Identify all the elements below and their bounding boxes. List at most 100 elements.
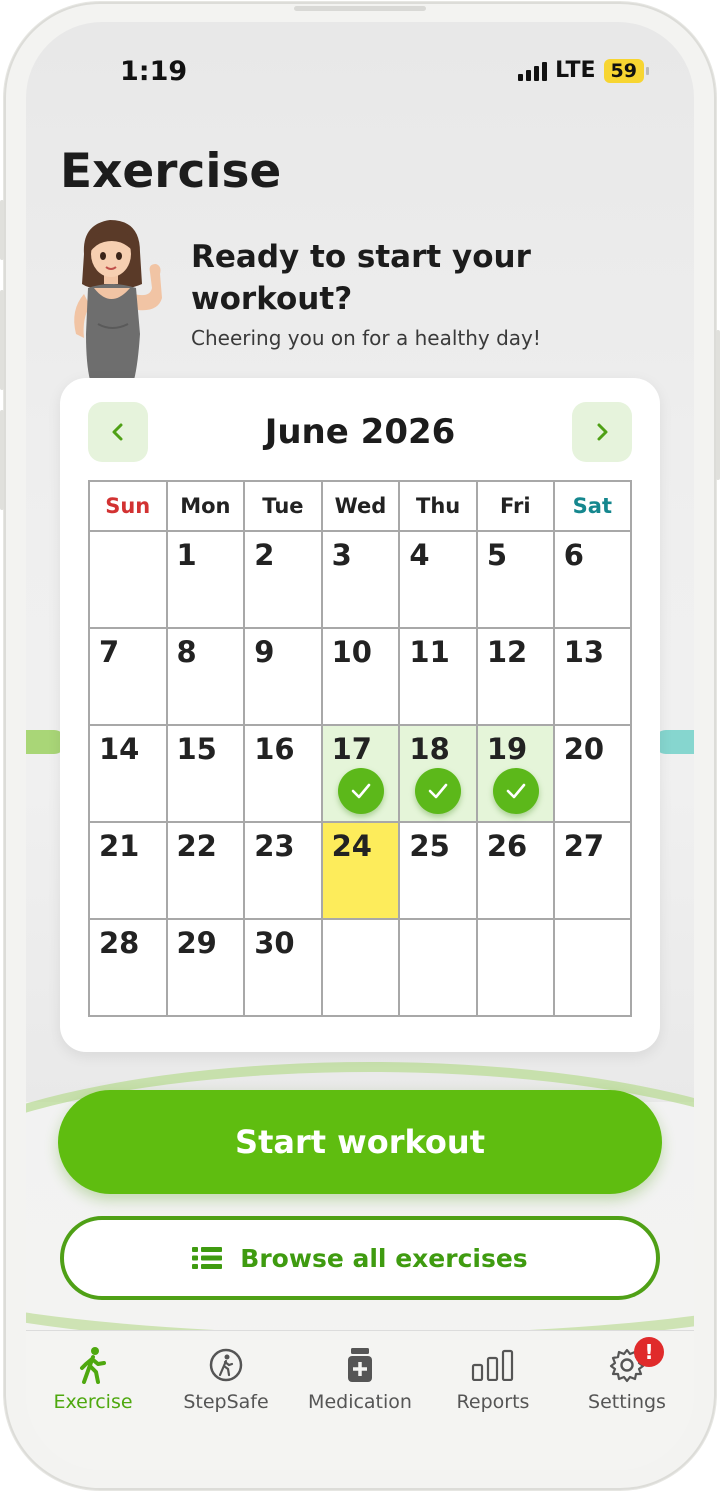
- phone-side-button: [0, 290, 4, 390]
- calendar-day-cell[interactable]: 21: [88, 821, 168, 920]
- weekday-header: Wed: [320, 480, 401, 532]
- calendar-day-number: 15: [176, 732, 217, 766]
- calendar-day-number: 4: [409, 538, 430, 572]
- weekday-header: Tue: [243, 480, 323, 532]
- calendar-day-number: 29: [176, 926, 217, 960]
- calendar-day-cell[interactable]: 14: [88, 724, 168, 823]
- calendar-day-number: 24: [331, 829, 372, 863]
- tab-stepsafe[interactable]: StepSafe: [159, 1341, 293, 1413]
- calendar-day-number: 28: [99, 926, 140, 960]
- bottom-tab-bar: Exercise StepSafe Medication Reports ! S…: [26, 1330, 694, 1470]
- coach-avatar-illustration: [74, 220, 162, 380]
- calendar-empty-cell: [475, 918, 555, 1017]
- calendar-day-number: 23: [254, 829, 295, 863]
- chevron-right-icon: [597, 423, 608, 441]
- calendar-empty-cell: [552, 918, 633, 1017]
- calendar-day-number: 19: [486, 732, 528, 766]
- calendar-day-number: 14: [99, 732, 140, 766]
- calendar-day-number: 1: [176, 538, 197, 572]
- calendar-grid: Sun Mon Tue Wed Thu Fri Sat 1 2 3 4 5 6 7 8 9 10 11 12 13 1…: [88, 480, 633, 1017]
- calendar-day-cell[interactable]: 16: [243, 724, 323, 823]
- phone-side-button: [0, 200, 4, 260]
- calendar-day-cell[interactable]: 30: [243, 918, 323, 1017]
- calendar-day-number: 17: [331, 732, 372, 766]
- weekday-header: Sun: [88, 480, 168, 532]
- completed-check-icon: [492, 768, 539, 814]
- calendar-day-number: 7: [99, 635, 120, 669]
- tab-medication[interactable]: Medication: [293, 1341, 427, 1413]
- phone-side-button: [0, 410, 4, 510]
- calendar-empty-cell: [398, 918, 478, 1017]
- calendar-card: June 2026 Sun Mon Tue Wed Thu Fri Sat 12345678…: [60, 378, 660, 1052]
- calendar-day-number: 6: [563, 538, 584, 572]
- calendar-day-number: 12: [486, 635, 528, 669]
- calendar-day-number: 10: [331, 635, 372, 669]
- speaker-grille: [294, 6, 426, 11]
- calendar-day-cell[interactable]: 5: [475, 530, 555, 629]
- calendar-week-row: 1 2 3 4 5 6: [88, 530, 633, 629]
- calendar-day-cell[interactable]: 10: [320, 627, 401, 726]
- calendar-day-cell[interactable]: 17: [320, 724, 401, 823]
- calendar-day-cell[interactable]: 1: [165, 530, 246, 629]
- calendar-day-cell[interactable]: 13: [552, 627, 633, 726]
- calendar-day-number: 25: [409, 829, 450, 863]
- calendar-day-cell[interactable]: 27: [552, 821, 633, 920]
- calendar-day-number: 27: [563, 829, 605, 863]
- greeting-subtitle: Cheering you on for a healthy day!: [191, 326, 541, 350]
- tab-exercise[interactable]: Exercise: [26, 1341, 160, 1413]
- screen: 1:19 LTE 59 Exercise Ready to start your…: [26, 22, 694, 1470]
- tab-reports[interactable]: Reports: [426, 1341, 560, 1413]
- calendar-day-cell[interactable]: 26: [475, 821, 555, 920]
- calendar-day-number: 11: [409, 635, 450, 669]
- weekday-header: Mon: [165, 480, 246, 532]
- completed-check-icon: [337, 768, 384, 814]
- list-icon: [192, 1247, 223, 1269]
- calendar-day-cell[interactable]: 15: [165, 724, 246, 823]
- calendar-day-number: 5: [486, 538, 508, 572]
- walking-circle-icon: [209, 1348, 243, 1382]
- notification-badge: !: [634, 1337, 664, 1367]
- calendar-day-cell[interactable]: 3: [320, 530, 401, 629]
- completed-check-icon: [415, 768, 462, 814]
- calendar-day-cell[interactable]: 23: [243, 821, 323, 920]
- calendar-day-number: 21: [99, 829, 140, 863]
- calendar-day-cell[interactable]: 29: [165, 918, 246, 1017]
- calendar-day-number: 3: [331, 538, 352, 572]
- weekday-header-row: Sun Mon Tue Wed Thu Fri Sat: [88, 480, 633, 532]
- calendar-day-cell[interactable]: 11: [398, 627, 478, 726]
- calendar-day-cell[interactable]: 20: [552, 724, 633, 823]
- browse-exercises-label: Browse all exercises: [240, 1243, 528, 1273]
- calendar-day-cell[interactable]: 25: [398, 821, 478, 920]
- calendar-day-cell[interactable]: 6: [552, 530, 633, 629]
- tab-settings[interactable]: ! Settings: [560, 1337, 694, 1413]
- weekday-header: Fri: [475, 480, 555, 532]
- calendar-day-cell[interactable]: 12: [475, 627, 555, 726]
- calendar-day-number: 9: [254, 635, 275, 669]
- browse-exercises-button[interactable]: Browse all exercises: [60, 1216, 660, 1300]
- calendar-day-number: 18: [409, 732, 450, 766]
- next-month-button[interactable]: [572, 402, 632, 462]
- calendar-day-cell[interactable]: 22: [165, 821, 246, 920]
- calendar-day-cell[interactable]: 9: [243, 627, 323, 726]
- calendar-day-number: 22: [176, 829, 217, 863]
- start-workout-button[interactable]: Start workout: [58, 1090, 662, 1194]
- calendar-day-cell[interactable]: 28: [88, 918, 168, 1017]
- calendar-day-cell[interactable]: 18: [398, 724, 478, 823]
- calendar-day-cell[interactable]: 8: [165, 627, 246, 726]
- phone-side-button: [716, 330, 720, 480]
- calendar-day-cell[interactable]: 7: [88, 627, 168, 726]
- calendar-empty-cell: [320, 918, 401, 1017]
- calendar-day-cell[interactable]: 19: [475, 724, 555, 823]
- weekday-header: Thu: [398, 480, 478, 532]
- calendar-day-cell[interactable]: 2: [243, 530, 323, 629]
- calendar-day-number: 16: [254, 732, 295, 766]
- calendar-week-row: 7 8 9 10 11 12 13: [88, 627, 633, 726]
- calendar-day-number: 8: [176, 635, 197, 669]
- weekday-header: Sat: [552, 480, 633, 532]
- walking-person-icon: [80, 1347, 106, 1384]
- calendar-day-cell[interactable]: 24: [320, 821, 401, 920]
- calendar-day-cell[interactable]: 4: [398, 530, 478, 629]
- calendar-day-number: 30: [254, 926, 295, 960]
- calendar-month-label: June 2026: [264, 412, 456, 452]
- page-title: Exercise: [60, 144, 282, 199]
